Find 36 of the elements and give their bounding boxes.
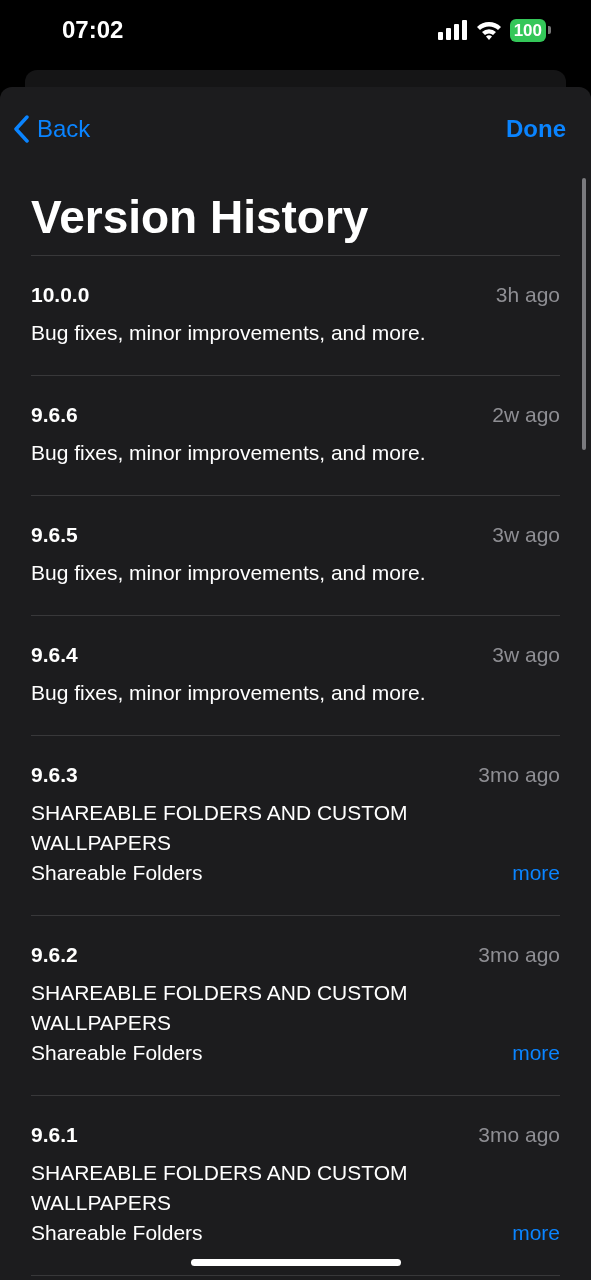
more-link[interactable]: more	[512, 1218, 560, 1248]
wifi-icon	[475, 20, 502, 40]
release-headline: SHAREABLE FOLDERS AND CUSTOM WALLPAPERS	[31, 1160, 409, 1216]
chevron-left-icon	[13, 115, 29, 143]
version-number: 10.0.0	[31, 283, 90, 307]
release-date: 3mo ago	[478, 943, 560, 967]
release-notes: Shareable Folders	[31, 860, 203, 886]
release-date: 3h ago	[495, 283, 560, 307]
version-number: 9.6.2	[31, 943, 78, 967]
release-headline: SHAREABLE FOLDERS AND CUSTOM WALLPAPERS	[31, 980, 409, 1036]
release-notes: Shareable Folders	[31, 1040, 203, 1066]
release-date: 3w ago	[492, 523, 560, 547]
release-date: 3w ago	[492, 643, 560, 667]
release-notes: Bug fixes, minor improvements, and more.	[31, 440, 426, 466]
page-title: Version History	[31, 190, 369, 245]
release-notes: Shareable Folders	[31, 1220, 203, 1246]
back-button[interactable]: Back	[13, 115, 91, 143]
more-link[interactable]: more	[512, 858, 560, 888]
more-link[interactable]: more	[512, 1038, 560, 1068]
release-date: 3mo ago	[478, 1123, 560, 1147]
release-notes: Bug fixes, minor improvements, and more.	[31, 680, 426, 706]
clock: 07:02	[62, 16, 125, 45]
release-notes: Bug fixes, minor improvements, and more.	[31, 320, 426, 346]
signal-icon	[437, 20, 468, 40]
done-button[interactable]: Done	[506, 115, 566, 143]
release-date: 3mo ago	[478, 763, 560, 787]
release-date: 2w ago	[492, 403, 560, 427]
version-number: 9.6.3	[31, 763, 78, 787]
release-headline: SHAREABLE FOLDERS AND CUSTOM WALLPAPERS	[31, 800, 409, 856]
release-notes: Bug fixes, minor improvements, and more.	[31, 560, 426, 586]
back-label: Back	[37, 115, 91, 143]
version-number: 9.6.4	[31, 643, 78, 667]
version-number: 9.6.6	[31, 403, 78, 427]
battery-percent: 100	[509, 18, 546, 42]
version-number: 9.6.1	[31, 1123, 78, 1147]
version-number: 9.6.5	[31, 523, 78, 547]
